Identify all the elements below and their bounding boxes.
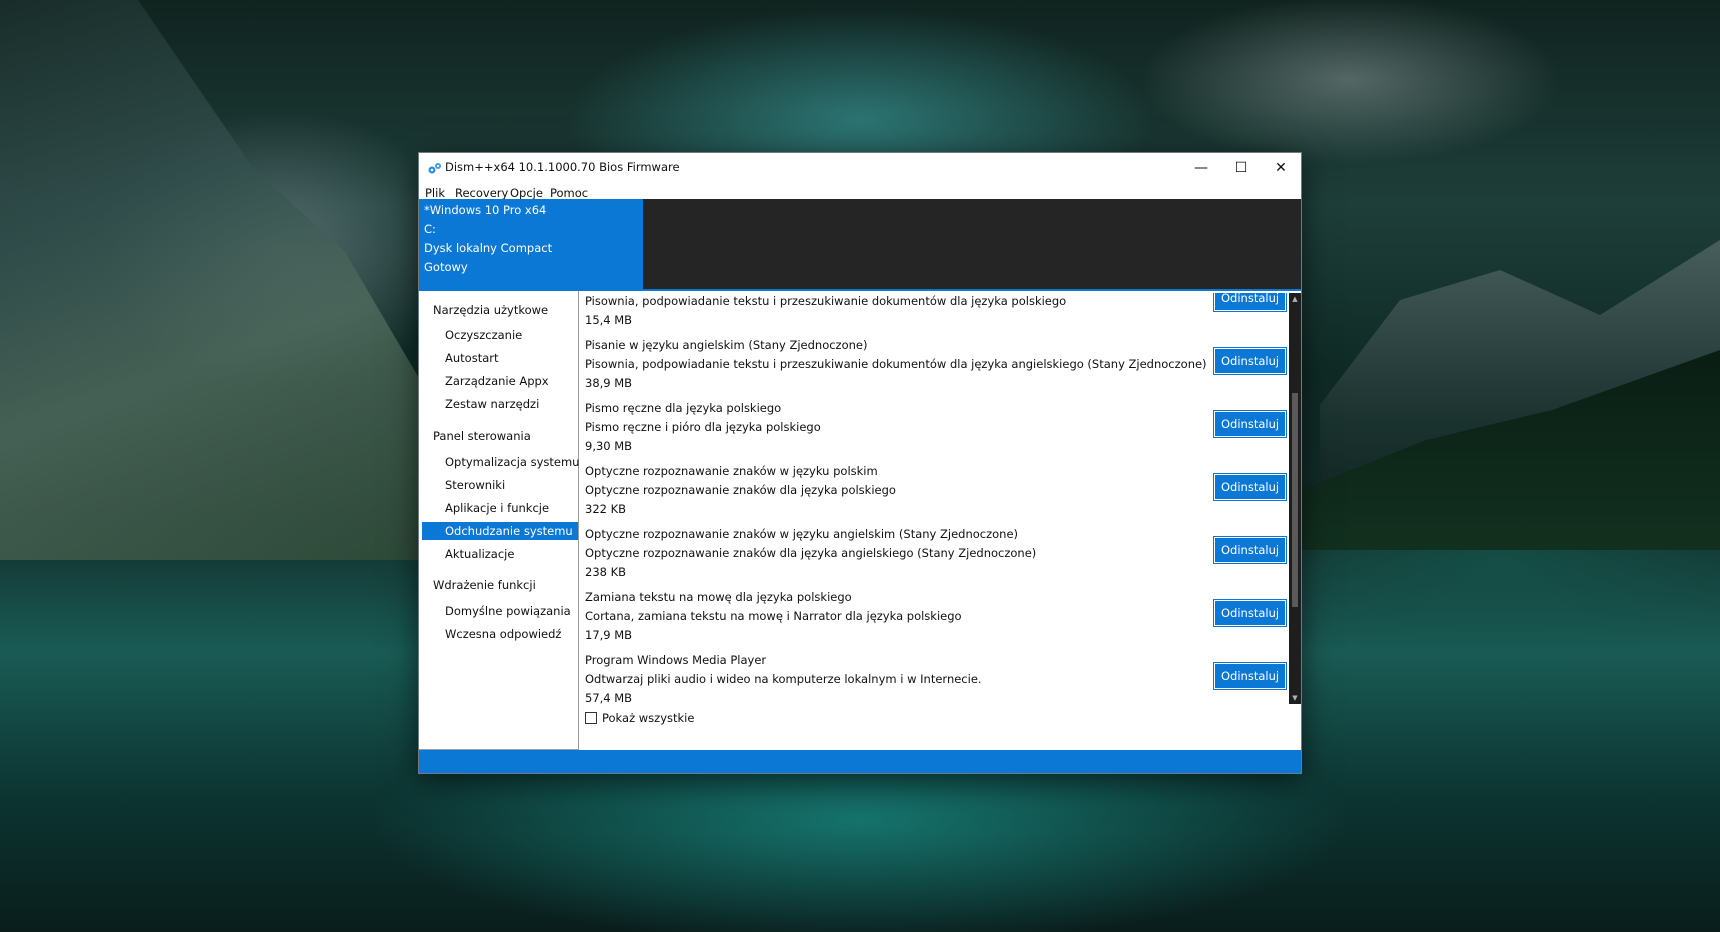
uninstall-button[interactable]: Odinstaluj xyxy=(1213,599,1287,627)
show-all-label: Pokaż wszystkie xyxy=(602,711,695,725)
features-scrollbar[interactable]: ▲ ▼ xyxy=(1289,293,1301,704)
feature-size: 57,4 MB xyxy=(585,691,633,704)
show-all-checkbox[interactable] xyxy=(585,712,597,724)
window-title: Dism++x64 10.1.1000.70 Bios Firmware xyxy=(445,160,680,174)
nav-item-default-associations[interactable]: Domyślne powiązania xyxy=(422,602,578,620)
feature-name: Optyczne rozpoznawanie znaków w języku p… xyxy=(585,464,878,478)
uninstall-button[interactable]: Odinstaluj xyxy=(1213,410,1287,438)
minimize-icon: — xyxy=(1194,160,1208,176)
minimize-button[interactable]: — xyxy=(1181,153,1221,183)
app-window: Dism++x64 10.1.1000.70 Bios Firmware — ☐… xyxy=(419,153,1301,773)
feature-item: Optyczne rozpoznawanie znaków w języku p… xyxy=(585,462,1287,525)
feature-name: Pisanie w języku angielskim (Stany Zjedn… xyxy=(585,338,868,352)
scroll-thumb[interactable] xyxy=(1292,393,1298,607)
feature-description: Pisownia, podpowiadanie tekstu i przeszu… xyxy=(585,357,1207,371)
feature-description: Optyczne rozpoznawanie znaków dla języka… xyxy=(585,546,1037,560)
feature-description: Odtwarzaj pliki audio i wideo na kompute… xyxy=(585,672,982,686)
nav-item-optimization[interactable]: Optymalizacja systemu xyxy=(422,453,579,471)
menu-recovery[interactable]: Recovery xyxy=(455,186,508,200)
nav-item-system-slimming[interactable]: Odchudzanie systemu xyxy=(422,522,578,540)
feature-name: Program Windows Media Player xyxy=(585,653,767,667)
feature-size: 238 KB xyxy=(585,565,627,579)
features-list[interactable]: Pisownia, podpowiadanie tekstu i przeszu… xyxy=(580,293,1288,704)
os-name: *Windows 10 Pro x64 xyxy=(424,203,547,217)
app-gears-icon xyxy=(428,163,441,174)
drive-letter: C: xyxy=(424,222,436,236)
feature-description: Pismo ręczne i pióro dla języka polskieg… xyxy=(585,420,821,434)
menu-opcje[interactable]: Opcje xyxy=(510,186,543,200)
feature-item: Zamiana tekstu na mowę dla języka polski… xyxy=(585,588,1287,651)
feature-item: Pisanie w języku angielskim (Stany Zjedn… xyxy=(585,336,1287,399)
sidebar: Narzędzia użytkowe Oczyszczanie Autostar… xyxy=(419,291,579,750)
features-panel: Pisownia, podpowiadanie tekstu i przeszu… xyxy=(580,291,1301,750)
scroll-up-icon[interactable]: ▲ xyxy=(1289,293,1301,305)
feature-size: 322 KB xyxy=(585,502,627,516)
image-status: Gotowy xyxy=(424,260,468,274)
maximize-icon: ☐ xyxy=(1234,160,1248,176)
title-bar[interactable]: Dism++x64 10.1.1000.70 Bios Firmware — ☐… xyxy=(419,153,1301,183)
menu-plik[interactable]: Plik xyxy=(425,186,445,200)
nav-item-drivers[interactable]: Sterowniki xyxy=(422,476,578,494)
scroll-down-icon[interactable]: ▼ xyxy=(1289,692,1301,704)
show-all-option[interactable]: Pokaż wszystkie xyxy=(585,710,694,726)
nav-heading-deployment: Wdrażenie funkcji xyxy=(433,578,536,592)
uninstall-button[interactable]: Odinstaluj xyxy=(1213,536,1287,564)
feature-size: 9,30 MB xyxy=(585,439,633,453)
uninstall-button[interactable]: Odinstaluj xyxy=(1213,662,1287,690)
close-button[interactable]: ✕ xyxy=(1261,153,1301,183)
feature-size: 15,4 MB xyxy=(585,313,633,327)
feature-item: Optyczne rozpoznawanie znaków w języku a… xyxy=(585,525,1287,588)
status-bar xyxy=(419,750,1301,773)
uninstall-button[interactable]: Odinstaluj xyxy=(1213,473,1287,501)
feature-size: 38,9 MB xyxy=(585,376,633,390)
nav-heading-tools: Narzędzia użytkowe xyxy=(433,303,549,317)
feature-description: Optyczne rozpoznawanie znaków dla języka… xyxy=(585,483,896,497)
nav-item-apps-features[interactable]: Aplikacje i funkcje xyxy=(422,499,578,517)
feature-item: Program Windows Media Player Odtwarzaj p… xyxy=(585,651,1287,704)
nav-item-toolkit[interactable]: Zestaw narzędzi xyxy=(422,395,578,413)
nav-item-updates[interactable]: Aktualizacje xyxy=(422,545,578,563)
feature-size: 17,9 MB xyxy=(585,628,633,642)
feature-item: Pisownia, podpowiadanie tekstu i przeszu… xyxy=(585,293,1287,336)
feature-description: Pisownia, podpowiadanie tekstu i przeszu… xyxy=(585,294,1067,308)
disk-label: Dysk lokalny Compact xyxy=(424,241,553,255)
close-icon: ✕ xyxy=(1275,160,1287,176)
menu-pomoc[interactable]: Pomoc xyxy=(550,186,588,200)
maximize-button[interactable]: ☐ xyxy=(1221,153,1261,183)
nav-heading-control-panel: Panel sterowania xyxy=(433,429,531,443)
session-area xyxy=(643,199,1301,289)
feature-name: Optyczne rozpoznawanie znaków w języku a… xyxy=(585,527,1019,541)
feature-name: Zamiana tekstu na mowę dla języka polski… xyxy=(585,590,852,604)
uninstall-button[interactable]: Odinstaluj xyxy=(1213,293,1287,312)
feature-name: Pismo ręczne dla języka polskiego xyxy=(585,401,782,415)
uninstall-button[interactable]: Odinstaluj xyxy=(1213,347,1287,375)
background-mountain-left xyxy=(0,0,460,560)
nav-item-early-response[interactable]: Wczesna odpowiedź xyxy=(422,625,578,643)
image-info-panel[interactable]: *Windows 10 Pro x64 C: Dysk lokalny Comp… xyxy=(419,199,643,289)
nav-item-cleanup[interactable]: Oczyszczanie xyxy=(422,326,578,344)
feature-description: Cortana, zamiana tekstu na mowę i Narrat… xyxy=(585,609,962,623)
nav-item-appx[interactable]: Zarządzanie Appx xyxy=(422,372,578,390)
nav-item-autostart[interactable]: Autostart xyxy=(422,349,578,367)
feature-item: Pismo ręczne dla języka polskiego Pismo … xyxy=(585,399,1287,462)
